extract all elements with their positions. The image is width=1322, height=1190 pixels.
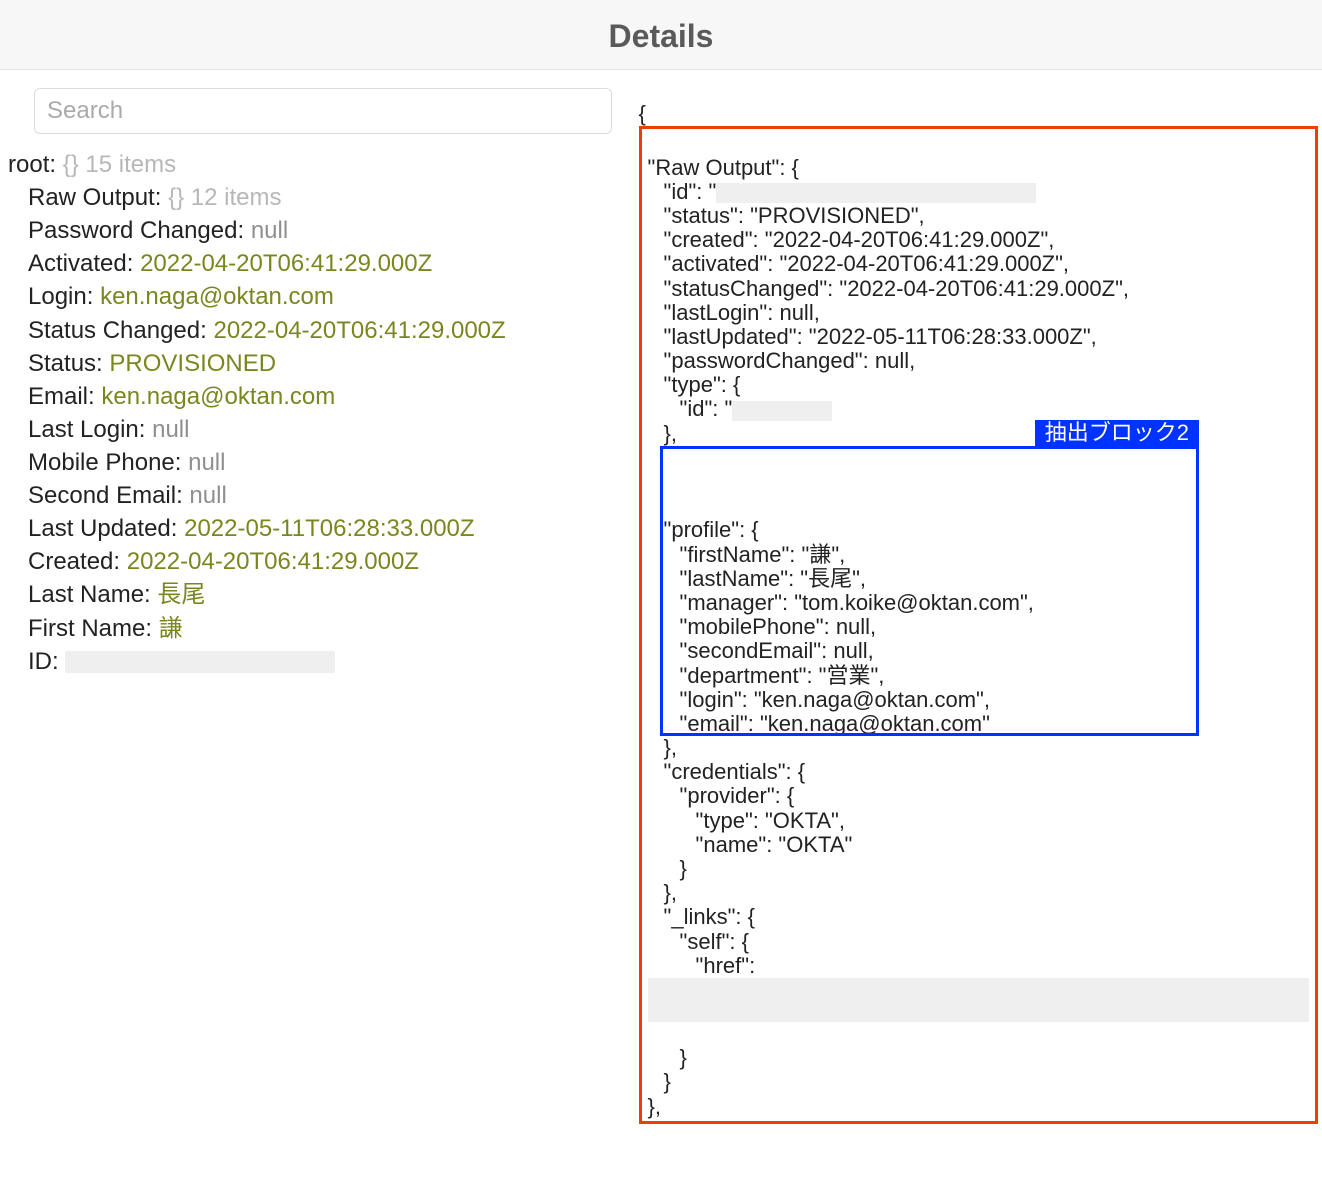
- code-line: "credentials": {: [648, 760, 806, 784]
- code-line: "login": "ken.naga@oktan.com",: [648, 688, 990, 712]
- code-line: "statusChanged": "2022-04-20T06:41:29.00…: [648, 277, 1129, 301]
- tree-item[interactable]: Last Updated: 2022-05-11T06:28:33.000Z: [8, 512, 623, 545]
- redacted-value: [716, 183, 1036, 203]
- tree-key: Created:: [28, 548, 120, 575]
- code-line: },: [648, 422, 677, 446]
- tree-value: null: [152, 416, 189, 443]
- tree-key: Status Changed:: [28, 317, 207, 344]
- code-line: "profile": {: [648, 518, 759, 542]
- tree-value: null: [251, 217, 288, 244]
- code-line: "type": "OKTA",: [648, 809, 845, 833]
- tree-meta: {} 12 items: [168, 184, 281, 211]
- code-line: "Raw Output": {: [648, 155, 799, 180]
- search-input[interactable]: [34, 88, 612, 134]
- code-line: "name": "OKTA": [648, 833, 853, 857]
- code-line: },: [648, 1094, 661, 1119]
- code-line: },: [648, 881, 677, 905]
- tree-key: Raw Output:: [28, 184, 161, 211]
- annotation-badge-2: 抽出ブロック2: [1035, 420, 1199, 448]
- code-line: },: [648, 736, 677, 760]
- tree-item[interactable]: Last Name: 長尾: [8, 578, 623, 611]
- tree-item[interactable]: Status Changed: 2022-04-20T06:41:29.000Z: [8, 314, 623, 347]
- tree-key: Last Updated:: [28, 515, 177, 542]
- code-line: "passwordChanged": null,: [648, 349, 916, 373]
- code-line: "provider": {: [648, 784, 795, 808]
- code-line: "email": "ken.naga@oktan.com": [648, 712, 990, 736]
- annotation-box-1: "Raw Output": { "id": " "status": "PROVI…: [639, 126, 1318, 1123]
- tree-value: null: [189, 482, 226, 509]
- code-line: "href":: [648, 954, 756, 978]
- tree-item[interactable]: First Name: 謙: [8, 612, 623, 645]
- tree-item[interactable]: Mobile Phone: null: [8, 446, 623, 479]
- tree-item[interactable]: Created: 2022-04-20T06:41:29.000Z: [8, 545, 623, 578]
- code-line: "id": ": [648, 397, 833, 421]
- tree-item[interactable]: Last Login: null: [8, 413, 623, 446]
- tree-value: null: [188, 449, 225, 476]
- code-line: }: [648, 857, 687, 881]
- code-line: "activated": "2022-04-20T06:41:29.000Z",: [648, 252, 1070, 276]
- tree-key: ID:: [28, 648, 59, 675]
- code-line: "firstName": "謙",: [648, 543, 846, 567]
- tree-key: Last Name:: [28, 581, 151, 608]
- tree-value: ken.naga@oktan.com: [101, 383, 335, 410]
- tree-value: 2022-04-20T06:41:29.000Z: [140, 250, 432, 277]
- page-title: Details: [0, 0, 1322, 70]
- code-line: {: [639, 101, 646, 126]
- tree-item[interactable]: Password Changed: null: [8, 214, 623, 247]
- code-line: "manager": "tom.koike@oktan.com",: [648, 591, 1034, 615]
- tree-key: Login:: [28, 283, 93, 310]
- code-line: "mobilePhone": null,: [648, 615, 877, 639]
- tree-item[interactable]: Raw Output: {} 12 items: [8, 181, 623, 214]
- code-line: "lastLogin": null,: [648, 301, 820, 325]
- code-line: "lastName": "長尾",: [648, 567, 867, 591]
- code-line: "status": "PROVISIONED",: [648, 204, 925, 228]
- tree-value: 謙: [159, 615, 183, 642]
- json-tree: root: {} 15 items Raw Output: {} 12 item…: [8, 148, 623, 678]
- code-line: "lastUpdated": "2022-05-11T06:28:33.000Z…: [648, 325, 1097, 349]
- code-line: "id": ": [648, 180, 1037, 204]
- code-line: "created": "2022-04-20T06:41:29.000Z",: [648, 228, 1055, 252]
- redacted-value: [65, 651, 335, 673]
- code-line: }: [648, 1046, 687, 1070]
- tree-value: 長尾: [157, 581, 205, 608]
- left-panel: root: {} 15 items Raw Output: {} 12 item…: [0, 70, 635, 1190]
- redacted-value: [648, 978, 1309, 1022]
- tree-key: Last Login:: [28, 416, 145, 443]
- code-line: "secondEmail": null,: [648, 639, 874, 663]
- code-line: "department": "営業",: [648, 664, 885, 688]
- annotation-box-2-wrap: 抽出ブロック2 "profile": { "firstName": "謙", "…: [648, 446, 1309, 736]
- tree-key: Status:: [28, 350, 103, 377]
- tree-value: PROVISIONED: [109, 350, 276, 377]
- tree-item[interactable]: Login: ken.naga@oktan.com: [8, 280, 623, 313]
- code-line: "self": {: [648, 930, 749, 954]
- right-panel: 抽出ブロック1 { "Raw Output": { "id": " "statu…: [635, 70, 1322, 1190]
- tree-value: 2022-04-20T06:41:29.000Z: [213, 317, 505, 344]
- tree-key: Second Email:: [28, 482, 183, 509]
- tree-key: root:: [8, 151, 56, 178]
- tree-root[interactable]: root: {} 15 items: [8, 148, 623, 181]
- redacted-value: [732, 401, 832, 421]
- raw-json-code: { "Raw Output": { "id": " "status": "PRO…: [639, 78, 1318, 1172]
- tree-key: Password Changed:: [28, 217, 244, 244]
- tree-key: Mobile Phone:: [28, 449, 181, 476]
- tree-item[interactable]: Status: PROVISIONED: [8, 347, 623, 380]
- code-line: "type": {: [648, 373, 741, 397]
- tree-value: 2022-04-20T06:41:29.000Z: [127, 548, 419, 575]
- tree-key: Activated:: [28, 250, 133, 277]
- tree-item[interactable]: Email: ken.naga@oktan.com: [8, 380, 623, 413]
- tree-meta: {} 15 items: [63, 151, 176, 178]
- tree-value: 2022-05-11T06:28:33.000Z: [184, 515, 474, 542]
- tree-value: ken.naga@oktan.com: [100, 283, 334, 310]
- tree-item[interactable]: Activated: 2022-04-20T06:41:29.000Z: [8, 247, 623, 280]
- tree-key: First Name:: [28, 615, 152, 642]
- tree-item[interactable]: Second Email: null: [8, 479, 623, 512]
- code-line: "_links": {: [648, 905, 755, 929]
- tree-item[interactable]: ID:: [8, 645, 623, 678]
- main-split: root: {} 15 items Raw Output: {} 12 item…: [0, 70, 1322, 1190]
- code-line: }: [648, 1070, 671, 1094]
- tree-key: Email:: [28, 383, 95, 410]
